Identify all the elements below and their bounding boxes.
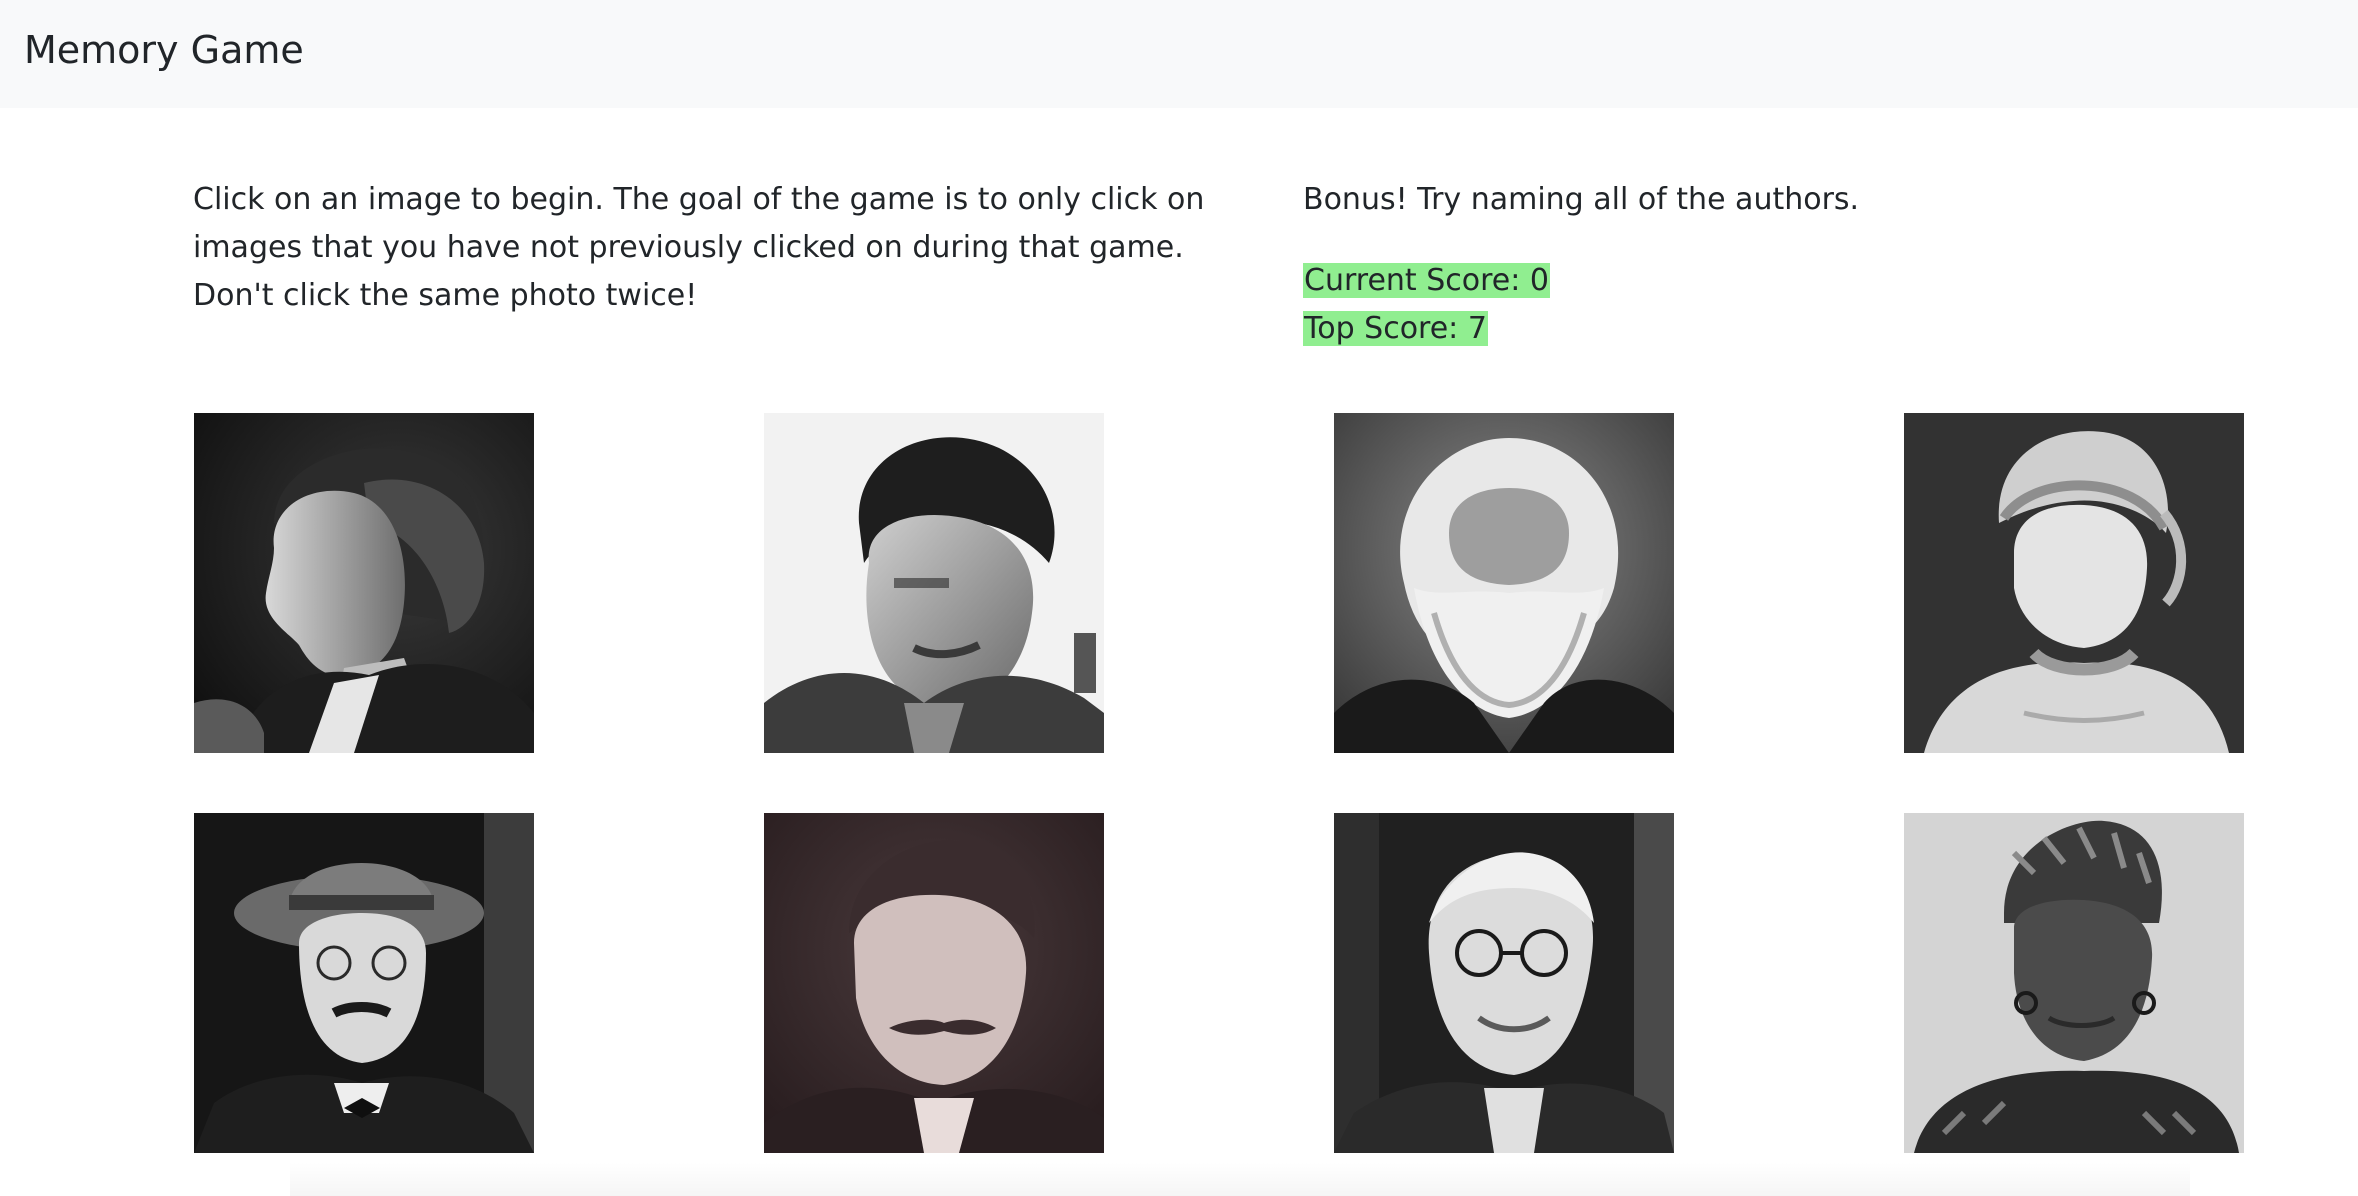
brand-title[interactable]: Memory Game: [24, 26, 304, 74]
portrait-man-mustache-icon: [764, 813, 1104, 1153]
author-image-6[interactable]: [764, 813, 1104, 1153]
top-score-value: 7: [1467, 311, 1487, 346]
author-image-2[interactable]: [764, 413, 1104, 753]
current-score-label: Current Score:: [1304, 263, 1521, 298]
bonus-text: Bonus! Try naming all of the authors.: [1303, 182, 1860, 217]
navbar: Memory Game: [0, 0, 2358, 108]
top-score-label: Top Score:: [1304, 311, 1459, 346]
author-image-4[interactable]: [1904, 413, 2244, 753]
author-image-3[interactable]: [1334, 413, 1674, 753]
portrait-woman-profile-icon: [194, 413, 534, 753]
author-image-5[interactable]: [194, 813, 534, 1153]
portrait-man-round-glasses-icon: [1334, 813, 1674, 1153]
author-image-8[interactable]: [1904, 813, 2244, 1153]
instructions-text: Click on an image to begin. The goal of …: [193, 182, 1205, 313]
portrait-woman-headwrap-icon: [1904, 813, 2244, 1153]
footer-shadow: [290, 1162, 2190, 1196]
portrait-man-dark-hair-icon: [764, 413, 1104, 753]
portrait-woman-engraving-icon: [1904, 413, 2244, 753]
author-image-1[interactable]: [194, 413, 534, 753]
top-score: Top Score: 7: [1303, 305, 1488, 353]
author-image-7[interactable]: [1334, 813, 1674, 1153]
current-score-value: 0: [1529, 263, 1549, 298]
current-score: Current Score: 0: [1303, 257, 1550, 305]
portrait-man-hat-glasses-icon: [194, 813, 534, 1153]
portrait-bearded-man-icon: [1334, 413, 1674, 753]
